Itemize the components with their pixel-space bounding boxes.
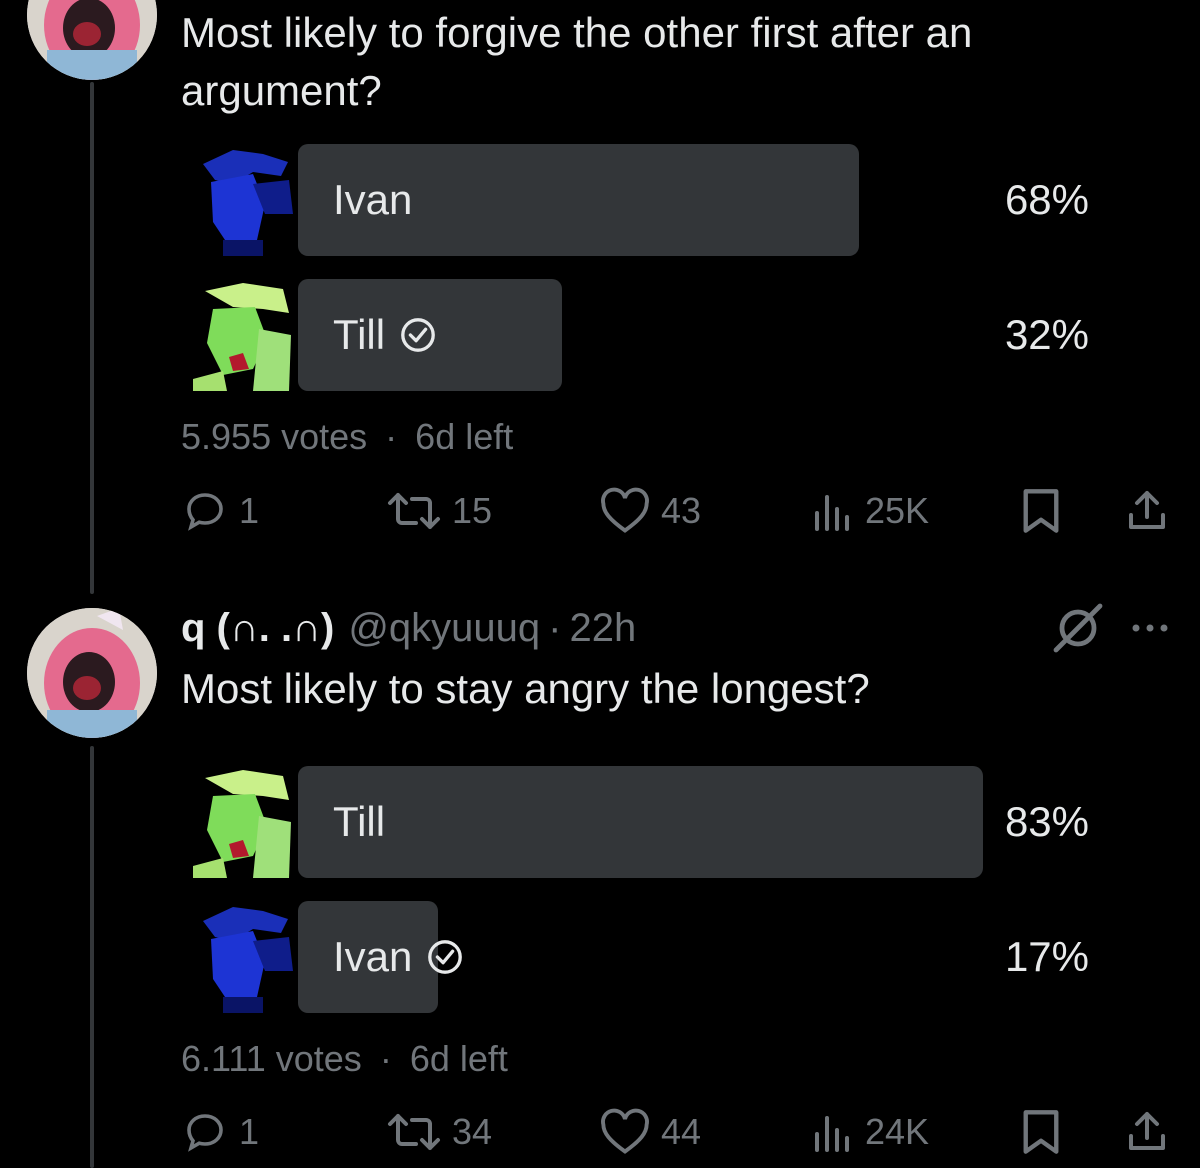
- time-left: 6d left: [415, 416, 514, 457]
- repost-icon: [388, 1114, 440, 1150]
- separator: ·: [379, 1038, 392, 1079]
- poll-bar: [298, 766, 983, 878]
- grok-button[interactable]: [1052, 600, 1104, 656]
- repost-button[interactable]: 34: [386, 1102, 492, 1162]
- poll-option-percent: 68%: [1004, 176, 1089, 223]
- thread-line: [90, 82, 94, 594]
- reply-count: 1: [239, 490, 260, 531]
- reply-button[interactable]: 1: [181, 1102, 259, 1162]
- share-icon: [1129, 1112, 1165, 1150]
- tweet-header: q (∩. .∩) @qkyuuuq · 22h: [181, 600, 636, 656]
- repost-icon: [388, 493, 440, 529]
- thread-line: [90, 746, 94, 1168]
- separator: ·: [548, 605, 562, 650]
- action-bar: 1 15 43 25K: [181, 481, 1171, 541]
- time-left: 6d left: [409, 1038, 508, 1079]
- timestamp[interactable]: 22h: [569, 606, 636, 651]
- like-count: 44: [661, 1111, 702, 1152]
- vote-count: 6.111 votes: [181, 1038, 362, 1079]
- views-button[interactable]: 25K: [811, 481, 929, 541]
- poll-option-image: [193, 901, 293, 1013]
- poll-option-percent: 83%: [1004, 798, 1089, 845]
- poll-option-text: Till: [333, 311, 386, 358]
- view-count: 24K: [865, 1111, 930, 1152]
- poll-option-text: Till: [333, 798, 386, 845]
- poll-option-image: [193, 144, 293, 256]
- poll-option-text: Ivan: [333, 176, 413, 223]
- poll-option-label: Till: [333, 279, 437, 391]
- poll-meta: 5.955 votes · 6d left: [181, 416, 513, 458]
- poll-meta: 6.111 votes · 6d left: [181, 1038, 508, 1080]
- views-button[interactable]: 24K: [811, 1102, 929, 1162]
- poll-option[interactable]: Ivan 68%: [193, 144, 1093, 256]
- poll-option-text: Ivan: [333, 933, 413, 980]
- vote-count: 5.955 votes: [181, 416, 368, 457]
- bookmark-icon: [1023, 1110, 1059, 1154]
- handle[interactable]: @qkyuuuq: [348, 606, 540, 651]
- repost-count: 34: [452, 1111, 493, 1152]
- repost-button[interactable]: 15: [386, 481, 492, 541]
- reply-button[interactable]: 1: [181, 481, 259, 541]
- bookmark-icon: [1023, 489, 1059, 533]
- reply-icon: [187, 493, 223, 531]
- poll-option-image: [193, 279, 293, 391]
- poll-option[interactable]: Till 32%: [193, 279, 1093, 391]
- reply-count: 1: [239, 1111, 260, 1152]
- separator: ·: [385, 416, 398, 457]
- bookmark-button[interactable]: [1019, 481, 1073, 541]
- heart-icon: [601, 487, 649, 533]
- like-count: 43: [661, 490, 702, 531]
- check-circle-icon: [401, 318, 435, 352]
- more-button[interactable]: [1128, 600, 1172, 656]
- views-icon: [815, 495, 849, 531]
- reply-icon: [187, 1114, 223, 1152]
- share-button[interactable]: [1125, 1102, 1179, 1162]
- poll-option-label: Ivan: [333, 901, 464, 1013]
- like-button[interactable]: 43: [599, 481, 701, 541]
- poll-option[interactable]: Ivan 17%: [193, 901, 1093, 1013]
- bookmark-button[interactable]: [1019, 1102, 1073, 1162]
- tweet-text: Most likely to stay angry the longest?: [181, 665, 870, 712]
- grok-icon: [1053, 603, 1103, 653]
- poll-option-image: [193, 766, 293, 878]
- poll-option[interactable]: Till 83%: [193, 766, 1093, 878]
- share-button[interactable]: [1125, 481, 1179, 541]
- heart-icon: [601, 1108, 649, 1154]
- views-icon: [815, 1116, 849, 1152]
- display-name[interactable]: q (∩. .∩): [181, 606, 334, 651]
- action-bar: 1 34 44 24K: [181, 1102, 1171, 1162]
- avatar[interactable]: [27, 608, 157, 738]
- view-count: 25K: [865, 490, 930, 531]
- poll-option-label: Till: [333, 766, 385, 878]
- check-circle-icon: [428, 940, 463, 974]
- repost-count: 15: [452, 490, 493, 531]
- avatar[interactable]: [27, 0, 157, 80]
- like-button[interactable]: 44: [599, 1102, 701, 1162]
- more-icon: [1132, 624, 1168, 632]
- poll-option-percent: 17%: [1004, 933, 1089, 980]
- share-icon: [1129, 491, 1165, 529]
- poll-option-percent: 32%: [1004, 311, 1089, 358]
- poll-option-label: Ivan: [333, 144, 412, 256]
- tweet-text: Most likely to forgive the other first a…: [181, 9, 973, 114]
